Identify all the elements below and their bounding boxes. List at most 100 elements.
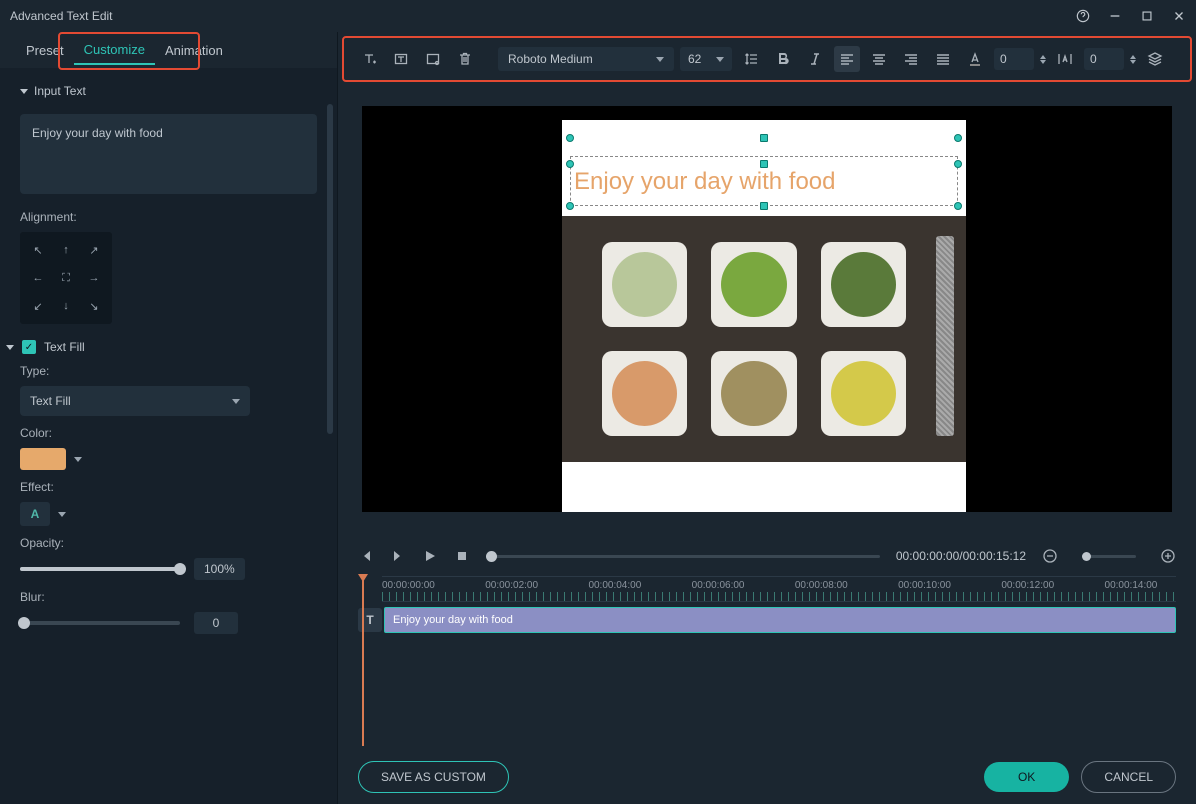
effect-preview[interactable]: A [20,502,50,526]
tab-animation[interactable]: Animation [155,37,233,64]
type-value: Text Fill [30,394,71,408]
align-ml[interactable]: ← [26,266,50,290]
save-as-custom-button[interactable]: SAVE AS CUSTOM [358,761,509,793]
help-icon[interactable] [1076,9,1090,23]
tick-label: 00:00:00:00 [382,580,435,591]
bottom-bar [562,462,966,512]
playhead[interactable] [362,576,364,746]
ok-button[interactable]: OK [984,762,1069,792]
align-mc[interactable]: ⛶ [54,266,78,290]
resize-handle[interactable] [566,160,574,168]
alignment-label: Alignment: [20,210,317,224]
font-value: Roboto Medium [508,52,593,66]
line-height-stepper[interactable] [1040,55,1046,64]
next-frame-icon[interactable] [390,548,406,564]
layers-icon[interactable] [1142,46,1168,72]
tick-label: 00:00:12:00 [1001,580,1054,591]
tick-label: 00:00:04:00 [588,580,641,591]
play-icon[interactable] [422,548,438,564]
tick-label: 00:00:06:00 [692,580,745,591]
color-swatch[interactable] [20,448,66,470]
preview-canvas[interactable]: Enjoy your day with food [362,106,1172,512]
opacity-value[interactable]: 100% [194,558,245,580]
alignment-grid[interactable]: ↖ ↑ ↗ ← ⛶ → ↙ ↓ ↘ [20,232,112,324]
chevron-down-icon[interactable] [58,512,66,517]
chevron-down-icon [232,399,240,404]
letter-spacing-icon[interactable] [1052,46,1078,72]
tick-label: 00:00:14:00 [1105,580,1158,591]
align-tr[interactable]: ↗ [82,238,106,262]
section-input-text[interactable]: Input Text [20,76,317,106]
align-tc[interactable]: ↑ [54,238,78,262]
delete-icon[interactable] [452,46,478,72]
zoom-slider[interactable] [1082,555,1136,558]
type-select[interactable]: Text Fill [20,386,250,416]
grater-prop [936,236,954,436]
zoom-in-icon[interactable] [1160,548,1176,564]
prev-frame-icon[interactable] [358,548,374,564]
zoom-out-icon[interactable] [1042,548,1058,564]
seek-bar[interactable] [486,555,880,558]
align-center-icon[interactable] [866,46,892,72]
resize-handle[interactable] [760,134,768,142]
text-fill-checkbox[interactable]: ✓ [22,340,36,354]
text-box-icon[interactable] [388,46,414,72]
chevron-down-icon [656,57,664,62]
text-frame-icon[interactable] [420,46,446,72]
align-right-icon[interactable] [898,46,924,72]
chevron-down-icon [716,57,724,62]
text-color-icon[interactable] [962,46,988,72]
input-text-header: Input Text [34,84,86,98]
text-overlay-region: Enjoy your day with food [562,120,966,216]
resize-handle[interactable] [954,202,962,210]
tick-label: 00:00:02:00 [485,580,538,591]
tab-preset[interactable]: Preset [16,37,74,64]
align-br[interactable]: ↘ [82,294,106,318]
minimize-icon[interactable] [1108,9,1122,23]
resize-handle[interactable] [954,160,962,168]
add-text-icon[interactable] [356,46,382,72]
maximize-icon[interactable] [1140,9,1154,23]
blur-label: Blur: [20,590,317,604]
font-size-select[interactable]: 62 [680,47,732,71]
chevron-down-icon[interactable] [74,457,82,462]
timeline-ruler[interactable]: 00:00:00:00 00:00:02:00 00:00:04:00 00:0… [382,576,1176,602]
cancel-button[interactable]: CANCEL [1081,761,1176,793]
align-bc[interactable]: ↓ [54,294,78,318]
bold-icon[interactable] [770,46,796,72]
tab-customize[interactable]: Customize [74,36,155,65]
align-justify-icon[interactable] [930,46,956,72]
tick-label: 00:00:08:00 [795,580,848,591]
resize-handle[interactable] [760,202,768,210]
resize-handle[interactable] [566,134,574,142]
overlay-text[interactable]: Enjoy your day with food [574,168,954,196]
stop-icon[interactable] [454,548,470,564]
caret-down-icon [20,89,28,94]
color-label: Color: [20,426,317,440]
window-title: Advanced Text Edit [10,9,1076,23]
align-bl[interactable]: ↙ [26,294,50,318]
font-select[interactable]: Roboto Medium [498,47,674,71]
resize-handle[interactable] [760,160,768,168]
opacity-slider[interactable] [20,567,180,571]
type-label: Type: [20,364,317,378]
align-tl[interactable]: ↖ [26,238,50,262]
align-left-icon[interactable] [834,46,860,72]
blur-value[interactable]: 0 [194,612,238,634]
text-clip[interactable]: Enjoy your day with food [384,607,1176,633]
blur-slider[interactable] [20,621,180,625]
letter-spacing-input[interactable]: 0 [1084,48,1124,70]
video-frame [562,216,966,462]
letter-spacing-stepper[interactable] [1130,55,1136,64]
tick-label: 00:00:10:00 [898,580,951,591]
resize-handle[interactable] [954,134,962,142]
align-mr[interactable]: → [82,266,106,290]
effect-label: Effect: [20,480,317,494]
line-height-input[interactable]: 0 [994,48,1034,70]
sidebar-scrollbar[interactable] [327,104,333,434]
input-text-field[interactable]: Enjoy your day with food [20,114,317,194]
close-icon[interactable] [1172,9,1186,23]
italic-icon[interactable] [802,46,828,72]
line-spacing-icon[interactable] [738,46,764,72]
resize-handle[interactable] [566,202,574,210]
